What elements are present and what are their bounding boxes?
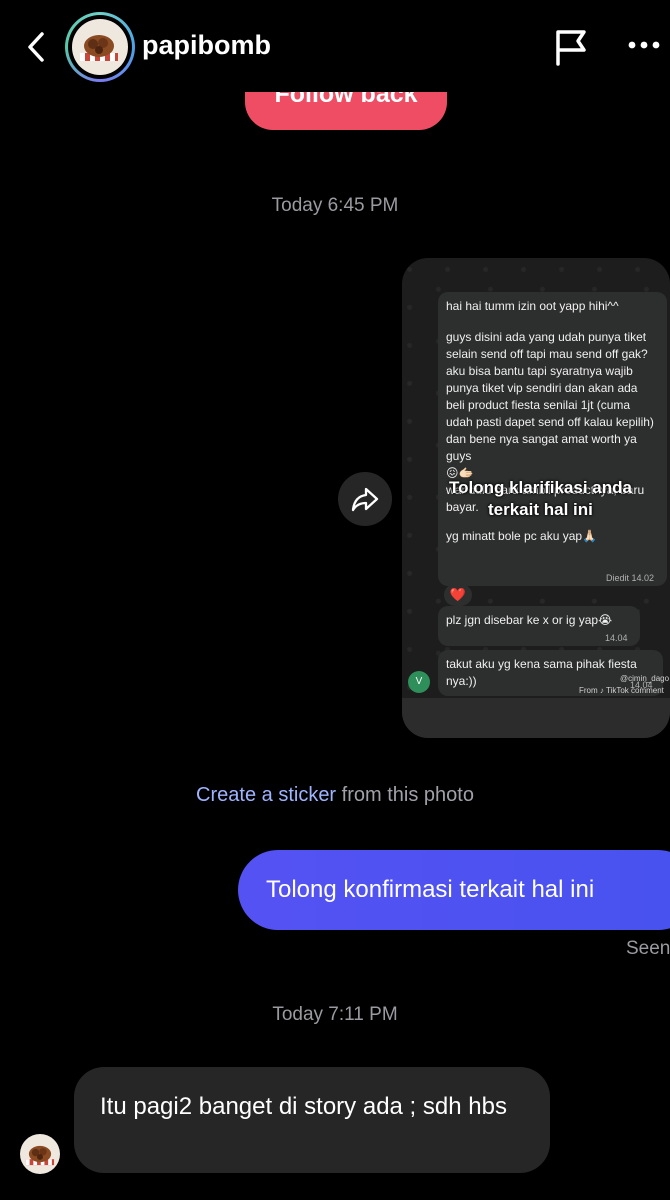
my-message-bubble[interactable]: Tolong konfirmasi terkait hal ini [238,850,670,930]
their-message-text: Itu pagi2 banget di story ada ; sdh hbs [100,1093,507,1120]
their-message-bubble[interactable]: Itu pagi2 banget di story ada ; sdh hbs [74,1067,550,1173]
screenshot-meta: 14.04 [605,633,628,643]
chevron-left-icon[interactable] [22,30,52,64]
create-sticker-link[interactable]: Create a sticker [196,784,336,806]
username[interactable]: papibomb [142,30,271,61]
watermark-handle: @cimin_dago [620,674,670,683]
heart-reaction: ❤️ [444,584,472,606]
avatar-image [72,19,128,75]
forward-arrow-icon [351,487,379,512]
screenshot-meta: Diedit 14.02 [606,573,655,583]
screenshot-avatar: V [408,671,430,693]
more-horizontal-icon[interactable] [626,38,662,52]
chat-header: papibomb [0,0,670,92]
my-message-text: Tolong konfirmasi terkait hal ini [266,876,595,903]
watermark-source: From ♪ TikTok comment [579,686,664,695]
seen-status: Seen [626,938,670,959]
overlay-caption-line2: terkait hal ini [488,500,593,519]
flag-icon[interactable] [553,28,589,66]
timestamp: Today 7:11 PM [272,1004,398,1025]
avatar[interactable] [65,12,135,82]
share-button[interactable] [338,472,392,526]
create-sticker-rest: from this photo [336,784,474,806]
overlay-caption-line1: Tolong klarifikasi anda [449,478,632,497]
screenshot-message-main: hai hai tumm izin oot yapp hihi^^ guys d… [438,292,667,586]
timestamp: Today 6:45 PM [271,195,399,216]
sender-avatar[interactable] [20,1134,60,1174]
create-sticker-line: Create a sticker from this photo [0,784,670,807]
